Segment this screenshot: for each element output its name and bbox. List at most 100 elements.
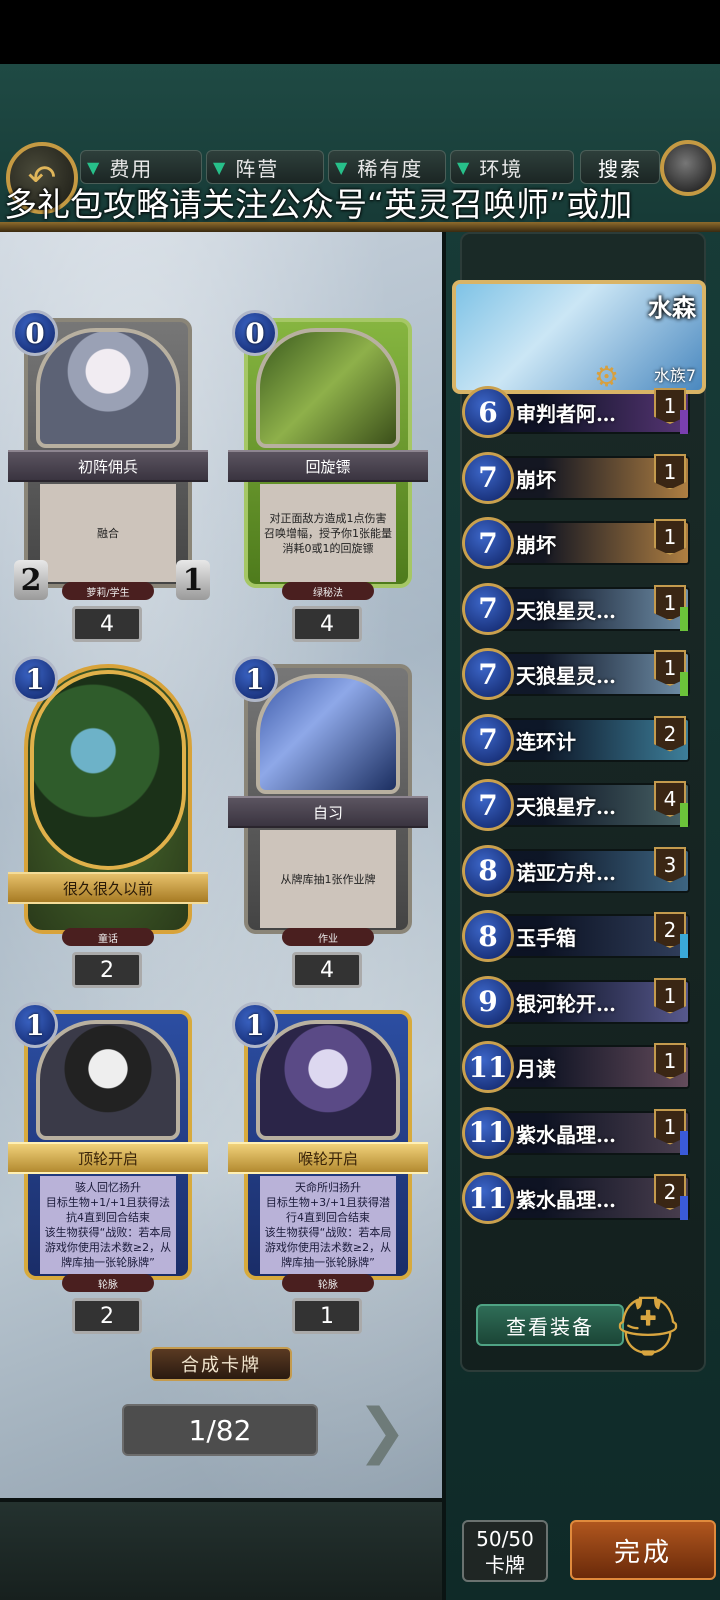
deck-card-row[interactable]: 7 连环计 2: [462, 712, 690, 768]
deck-card-row[interactable]: 7 崩坏 1: [462, 450, 690, 506]
deck-card-name: 天狼星灵…: [516, 598, 616, 623]
card-cost: 1: [232, 1002, 278, 1048]
deck-card-name: 诺亚方舟…: [516, 860, 616, 885]
view-equipment-button[interactable]: 查看装备: [476, 1304, 624, 1346]
deck-card-quantity: 1: [654, 977, 686, 1014]
card-health: 1: [176, 560, 210, 600]
status-bar: [0, 0, 720, 64]
card-attack: 2: [14, 560, 48, 600]
deck-card-quantity: 2: [654, 715, 686, 752]
card-tribe: 绿秘法: [282, 582, 374, 600]
dropdown-triangle-icon: ▼: [87, 157, 102, 177]
deck-card-name: 月读: [516, 1057, 556, 1081]
card-owned-count: 2: [72, 1298, 142, 1334]
deck-card-quantity: 1: [654, 1043, 686, 1079]
card-text: 骇人回忆扬升 目标生物+1/+1且获得法抗4直到回合结束 该生物获得“战败：若本…: [40, 1176, 176, 1274]
rarity-marker: [680, 1196, 688, 1220]
deck-card-name: 紫水晶理…: [516, 1188, 616, 1212]
card-owned-count: 4: [292, 606, 362, 642]
card-name: 初阵佣兵: [8, 450, 208, 482]
deck-count-value: 50/50: [476, 1527, 534, 1551]
card-art: [36, 1020, 180, 1140]
dropdown-triangle-icon: ▼: [457, 157, 472, 177]
rarity-marker: [680, 672, 688, 696]
card-text: 天命所归扬升 目标生物+3/+1且获得潜行4直到回合结束 该生物获得“战败：若本…: [260, 1176, 396, 1274]
deck-card-cost: 8: [462, 910, 514, 962]
card-owned-count: 1: [292, 1298, 362, 1334]
deck-card-row[interactable]: 7 天狼星灵… 1: [462, 646, 690, 702]
deck-card-cost: 11: [462, 1041, 514, 1093]
dropdown-triangle-icon: ▼: [335, 157, 350, 177]
hero-faction-tag: 水族7: [653, 366, 696, 385]
card-text: 融合: [40, 484, 176, 582]
deck-card-name: 连环计: [516, 729, 576, 754]
collection-card[interactable]: 喉轮开启 天命所归扬升 目标生物+3/+1且获得潜行4直到回合结束 该生物获得“…: [224, 1002, 428, 1334]
deck-card-cost: 9: [462, 975, 514, 1028]
deck-card-quantity: 1: [654, 519, 686, 555]
rarity-marker: [680, 606, 688, 631]
card-art: [30, 670, 186, 870]
card-cost: 0: [232, 310, 278, 356]
deck-card-name: 崩坏: [516, 533, 556, 557]
deck-card-cost: 11: [462, 1172, 514, 1224]
deck-card-row[interactable]: 7 天狼星灵… 1: [462, 581, 690, 637]
card-owned-count: 2: [72, 952, 142, 988]
card-cost: 1: [12, 1002, 58, 1048]
rarity-marker: [680, 934, 688, 958]
deck-card-cost: 7: [462, 713, 514, 766]
card-name: 很久很久以前: [8, 872, 208, 904]
deck-card-cost: 11: [462, 1106, 514, 1159]
deck-card-name: 银河轮开…: [516, 991, 616, 1016]
deck-card-cost: 7: [462, 451, 514, 504]
deck-card-row[interactable]: 11 紫水晶理… 2: [462, 1170, 690, 1226]
card-collection-grid: 初阵佣兵 融合 萝莉/学生 0 2 1 4 回旋镖 对正面敌方造成1点伤害 召唤…: [0, 232, 442, 1498]
deck-card-row[interactable]: 8 玉手箱 2: [462, 908, 690, 964]
scrolling-banner: 多礼包攻略请关注公众号“英灵召唤师”或加: [4, 185, 633, 224]
deck-card-cost: 7: [462, 517, 514, 569]
next-page-button[interactable]: ❯: [350, 1396, 414, 1466]
deck-card-name: 天狼星灵…: [516, 664, 616, 688]
deck-card-name: 玉手箱: [516, 926, 576, 950]
deck-card-row[interactable]: 9 银河轮开… 1: [462, 974, 690, 1030]
collection-card[interactable]: 很久很久以前 童话 1 2: [4, 656, 208, 988]
deck-card-quantity: 3: [654, 846, 686, 883]
collection-card[interactable]: 初阵佣兵 融合 萝莉/学生 0 2 1 4: [4, 310, 210, 642]
card-art: [36, 328, 180, 448]
done-button[interactable]: 完成: [570, 1520, 716, 1580]
card-name: 顶轮开启: [8, 1142, 208, 1174]
collection-card[interactable]: 回旋镖 对正面敌方造成1点伤害 召唤增幅，授予你1张能量消耗0或1的回旋镖 绿秘…: [224, 310, 428, 642]
gear-icon[interactable]: ⚙: [594, 360, 619, 393]
deck-card-row[interactable]: 11 紫水晶理… 1: [462, 1105, 690, 1161]
rarity-marker: [680, 1130, 688, 1155]
deck-card-cost: 7: [462, 779, 514, 831]
card-owned-count: 4: [292, 952, 362, 988]
deck-card-row[interactable]: 7 天狼星疗… 4: [462, 777, 690, 833]
card-cost: 1: [12, 656, 58, 702]
deck-card-cost: 8: [462, 844, 514, 897]
card-text: 对正面敌方造成1点伤害 召唤增幅，授予你1张能量消耗0或1的回旋镖: [260, 484, 396, 582]
card-name: 喉轮开启: [228, 1142, 428, 1174]
card-text: 从牌库抽1张作业牌: [260, 830, 396, 928]
card-owned-count: 4: [72, 606, 142, 642]
collection-card[interactable]: 自习 从牌库抽1张作业牌 作业 1 4: [224, 656, 428, 988]
craft-cards-button[interactable]: 合成卡牌: [150, 1347, 292, 1381]
hero-portrait[interactable]: 水森 ⚙ 水族7: [444, 280, 714, 400]
deck-card-row[interactable]: 7 崩坏 1: [462, 515, 690, 571]
card-tribe: 萝莉/学生: [62, 582, 154, 600]
deck-card-row[interactable]: 11 月读 1: [462, 1039, 690, 1095]
helmet-icon: ⛑: [611, 1291, 685, 1360]
deck-card-name: 天狼星疗…: [516, 795, 616, 819]
deck-card-name: 崩坏: [516, 467, 556, 492]
card-art: [256, 674, 400, 794]
chevron-right-icon: ❯: [356, 1396, 408, 1466]
collection-card[interactable]: 顶轮开启 骇人回忆扬升 目标生物+1/+1且获得法抗4直到回合结束 该生物获得“…: [4, 1002, 208, 1334]
deck-count-unit: 卡牌: [485, 1553, 525, 1577]
deck-count: 50/50 卡牌: [462, 1520, 548, 1582]
deck-card-name: 紫水晶理…: [516, 1122, 616, 1147]
grid-footer: [0, 1498, 442, 1600]
dropdown-triangle-icon: ▼: [213, 157, 228, 177]
deck-card-row[interactable]: 8 诺亚方舟… 3: [462, 843, 690, 899]
card-cost: 0: [12, 310, 58, 356]
card-name: 回旋镖: [228, 450, 428, 482]
deck-card-cost: 7: [462, 648, 514, 700]
